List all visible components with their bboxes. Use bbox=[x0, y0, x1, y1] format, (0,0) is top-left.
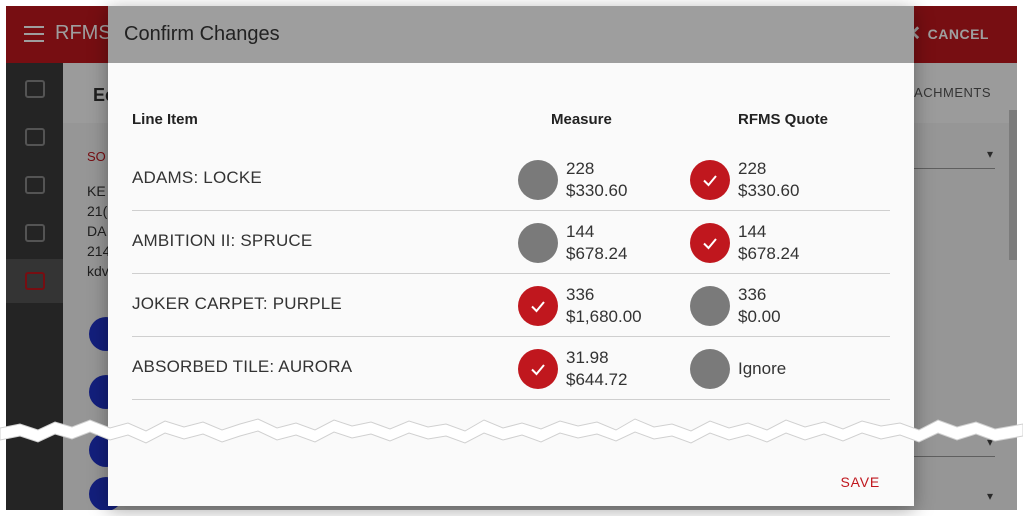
measure-qty: 228 bbox=[566, 159, 595, 178]
table-row: ABSORBED TILE: AURORA 31.98 $644.72 Igno… bbox=[132, 337, 890, 400]
line-item-name: JOKER CARPET: PURPLE bbox=[132, 294, 342, 313]
quote-qty: 336 bbox=[738, 285, 767, 304]
measure-qty: 336 bbox=[566, 285, 595, 304]
quote-option: 336 $0.00 bbox=[690, 284, 781, 328]
checkmark-icon bbox=[703, 175, 717, 187]
quote-price: $678.24 bbox=[738, 244, 800, 263]
quote-checkbox[interactable] bbox=[690, 223, 730, 263]
table-header: Line Item Measure RFMS Quote bbox=[132, 88, 890, 148]
dialog-title: Confirm Changes bbox=[124, 23, 280, 45]
checkmark-icon bbox=[531, 301, 545, 313]
quote-option: 144 $678.24 bbox=[690, 221, 799, 265]
measure-price: $1,680.00 bbox=[566, 307, 642, 326]
quote-price: $0.00 bbox=[738, 307, 781, 326]
measure-values: 31.98 $644.72 bbox=[566, 347, 627, 391]
quote-values: 144 $678.24 bbox=[738, 221, 799, 265]
quote-qty: 228 bbox=[738, 159, 767, 178]
save-button[interactable]: SAVE bbox=[840, 474, 880, 490]
quote-values: Ignore bbox=[738, 358, 786, 380]
changes-table: Line Item Measure RFMS Quote ADAMS: LOCK… bbox=[132, 88, 890, 400]
checkmark-icon bbox=[531, 364, 545, 376]
measure-values: 336 $1,680.00 bbox=[566, 284, 642, 328]
measure-qty: 31.98 bbox=[566, 348, 609, 367]
measure-qty: 144 bbox=[566, 222, 595, 241]
column-header-line-item: Line Item bbox=[132, 111, 198, 128]
measure-price: $644.72 bbox=[566, 370, 628, 389]
quote-price: $330.60 bbox=[738, 181, 800, 200]
measure-option: 336 $1,680.00 bbox=[518, 284, 642, 328]
dialog-header: Confirm Changes bbox=[108, 6, 914, 63]
quote-qty: 144 bbox=[738, 222, 767, 241]
measure-checkbox[interactable] bbox=[518, 223, 558, 263]
table-row: AMBITION II: SPRUCE 144 $678.24 144 $678… bbox=[132, 211, 890, 274]
measure-price: $330.60 bbox=[566, 181, 628, 200]
quote-values: 228 $330.60 bbox=[738, 158, 799, 202]
table-row: JOKER CARPET: PURPLE 336 $1,680.00 336 $… bbox=[132, 274, 890, 337]
measure-checkbox[interactable] bbox=[518, 286, 558, 326]
column-header-measure: Measure bbox=[551, 111, 612, 128]
line-item-name: ADAMS: LOCKE bbox=[132, 168, 262, 187]
quote-option: Ignore bbox=[690, 347, 786, 391]
measure-values: 144 $678.24 bbox=[566, 221, 627, 265]
torn-edge-divider bbox=[0, 418, 1023, 444]
measure-price: $678.24 bbox=[566, 244, 628, 263]
measure-option: 228 $330.60 bbox=[518, 158, 627, 202]
quote-checkbox[interactable] bbox=[690, 286, 730, 326]
quote-checkbox[interactable] bbox=[690, 160, 730, 200]
column-header-rfms-quote: RFMS Quote bbox=[738, 111, 828, 128]
quote-qty: Ignore bbox=[738, 359, 787, 378]
measure-option: 144 $678.24 bbox=[518, 221, 627, 265]
quote-values: 336 $0.00 bbox=[738, 284, 781, 328]
checkmark-icon bbox=[703, 238, 717, 250]
line-item-name: ABSORBED TILE: AURORA bbox=[132, 357, 353, 376]
measure-checkbox[interactable] bbox=[518, 160, 558, 200]
dialog-footer: SAVE bbox=[108, 458, 914, 506]
table-row: ADAMS: LOCKE 228 $330.60 228 $330.60 bbox=[132, 148, 890, 211]
measure-checkbox[interactable] bbox=[518, 349, 558, 389]
quote-checkbox[interactable] bbox=[690, 349, 730, 389]
quote-option: 228 $330.60 bbox=[690, 158, 799, 202]
measure-values: 228 $330.60 bbox=[566, 158, 627, 202]
measure-option: 31.98 $644.72 bbox=[518, 347, 627, 391]
line-item-name: AMBITION II: SPRUCE bbox=[132, 231, 313, 250]
